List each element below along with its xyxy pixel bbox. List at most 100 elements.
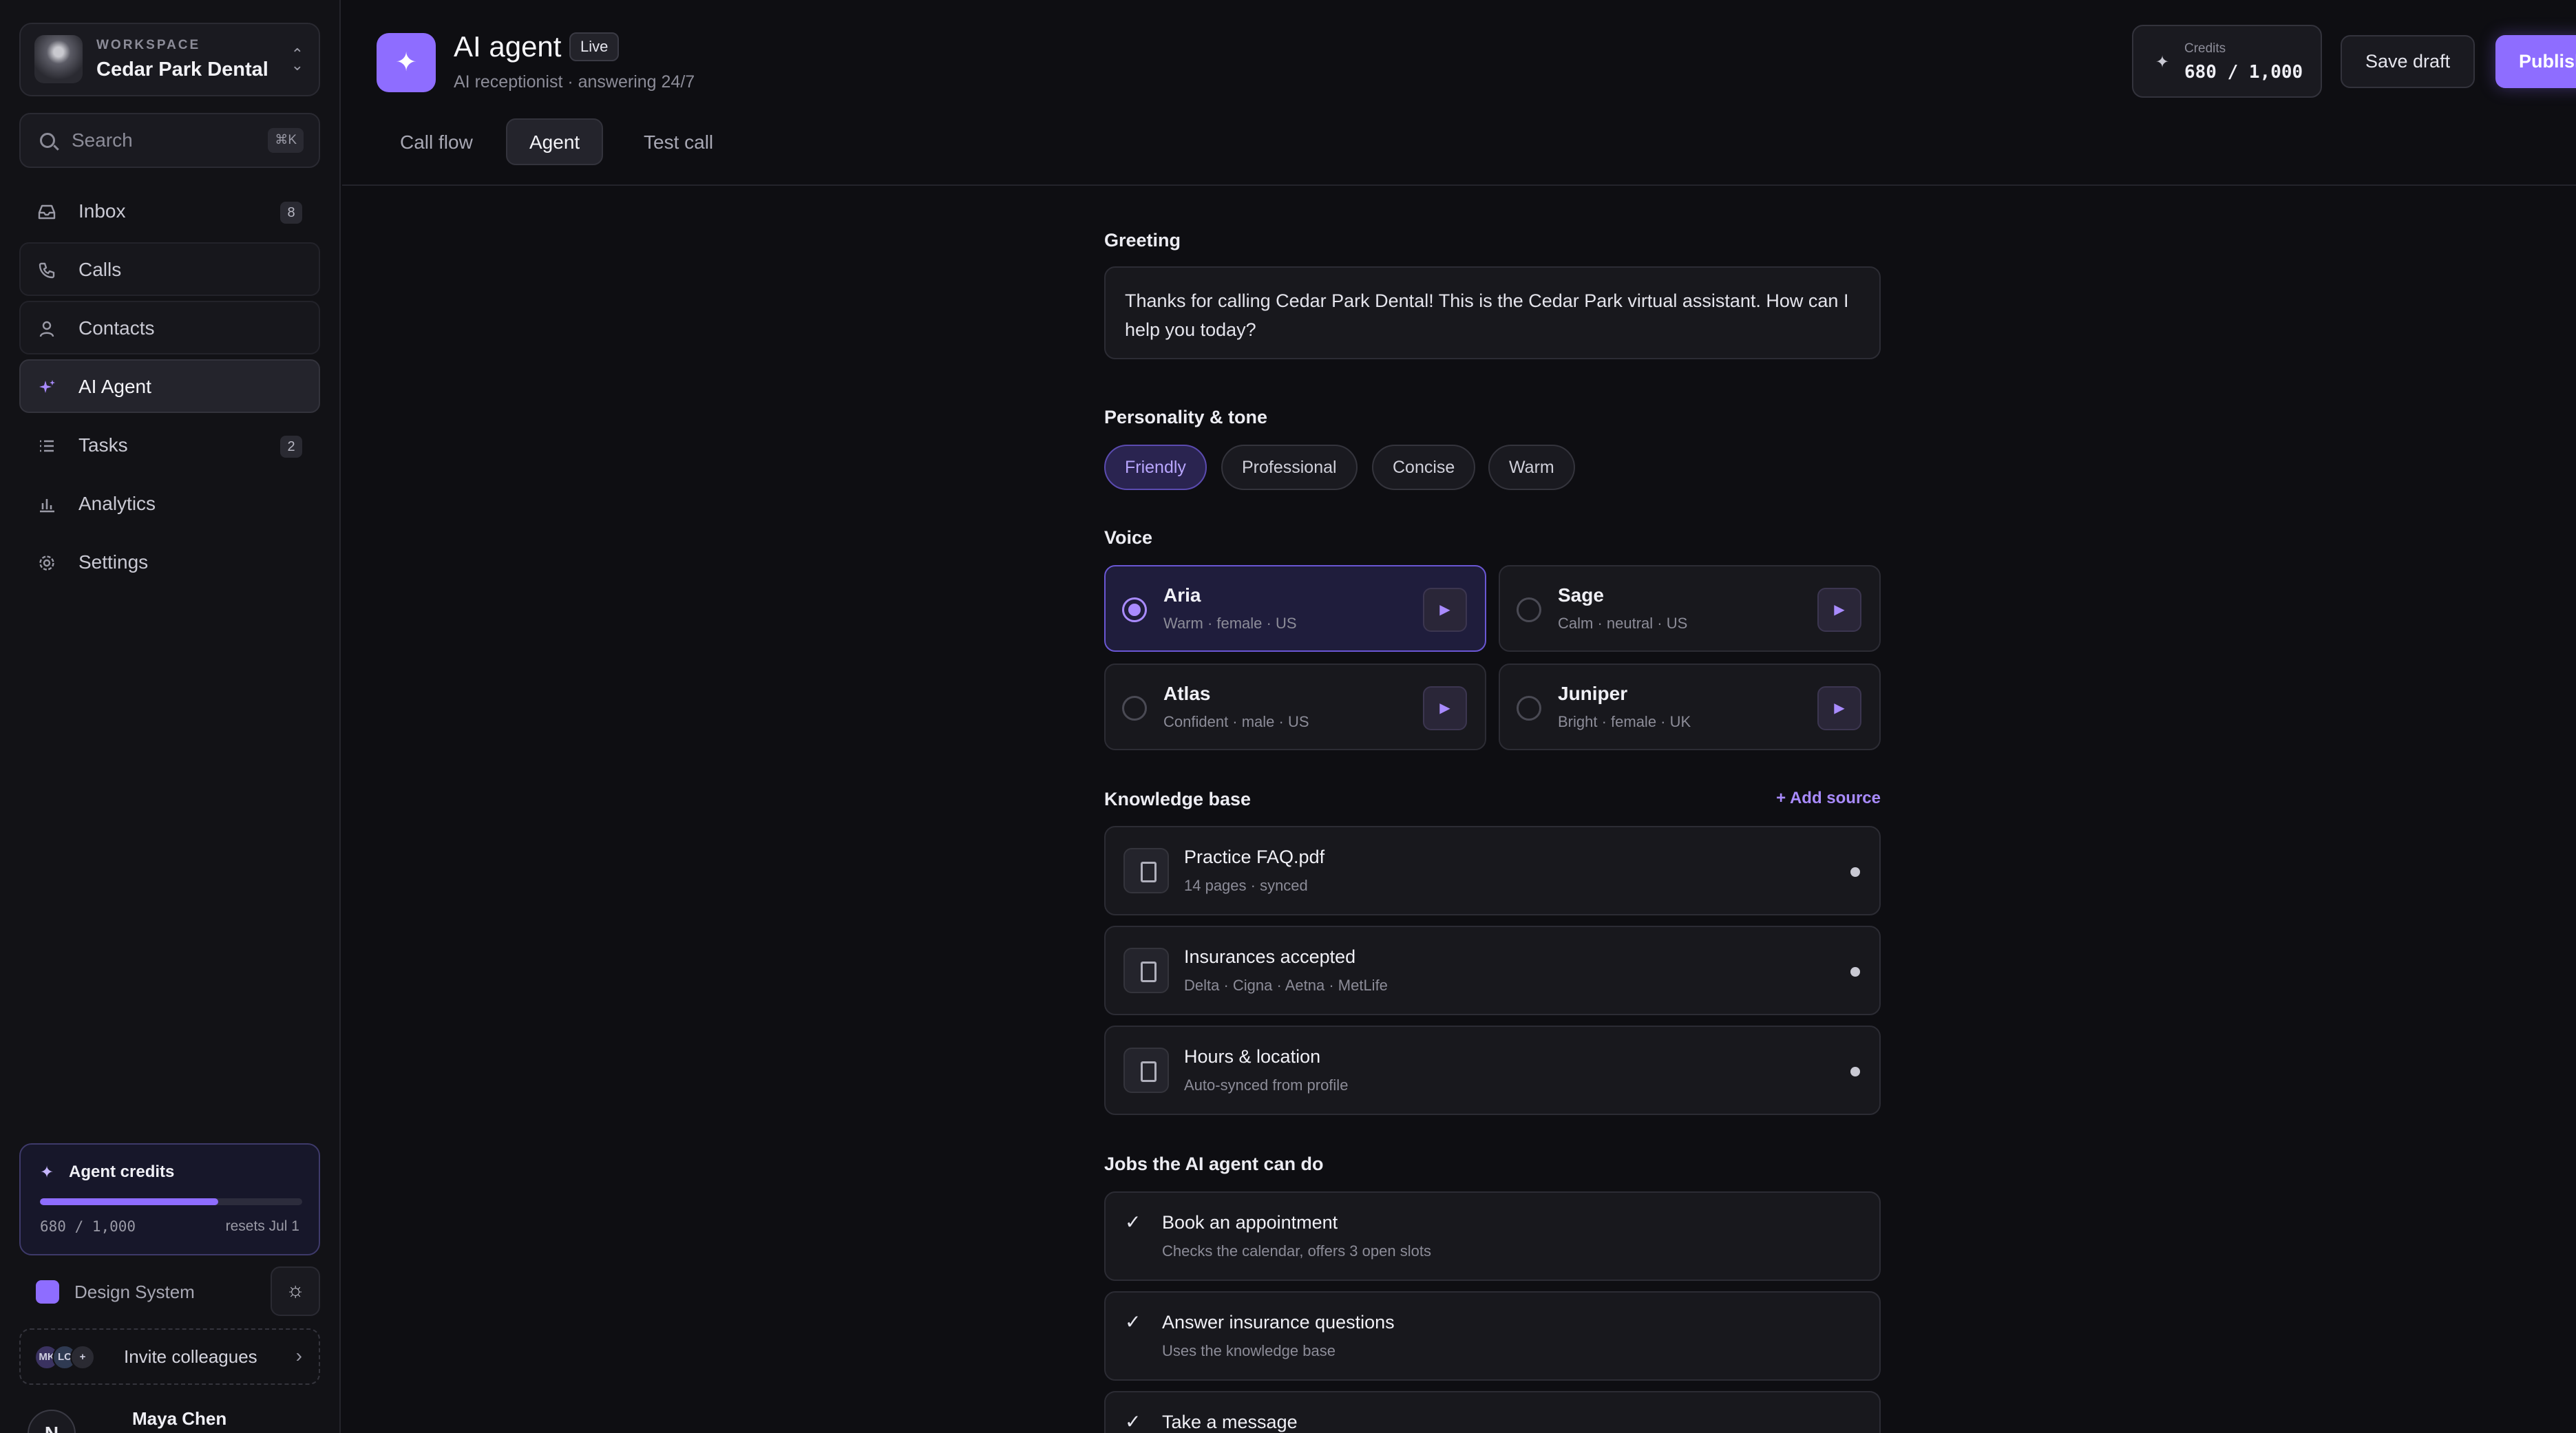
invite-avatars: MK LC +	[34, 1345, 117, 1370]
voice-name: Sage	[1558, 584, 1604, 606]
inbox-count-badge: 8	[280, 202, 302, 224]
agent-credits-card: ✦ Agent credits 680 / 1,000 resets Jul 1	[19, 1143, 320, 1255]
bar-chart-icon	[37, 495, 56, 514]
play-icon[interactable]: ▶	[1817, 686, 1861, 730]
agent-credits-title: Agent credits	[69, 1163, 175, 1181]
list-icon	[37, 436, 56, 456]
workspace-switcher[interactable]: WORKSPACE Cedar Park Dental ⌃ ⌄	[19, 23, 320, 96]
search-shortcut: ⌘K	[268, 128, 304, 153]
document-icon	[1123, 948, 1169, 993]
search-placeholder: Search	[72, 129, 133, 151]
sidebar-item-label: Contacts	[78, 317, 155, 339]
publish-button[interactable]: Publish	[2495, 35, 2576, 88]
knowledge-item-meta: Auto-synced from profile	[1184, 1076, 1349, 1094]
greeting-textarea[interactable]: Thanks for calling Cedar Park Dental! Th…	[1104, 266, 1881, 359]
check-icon: ✓	[1125, 1311, 1141, 1333]
job-item[interactable]: ✓ Take a message	[1104, 1391, 1881, 1433]
search-input[interactable]: Search ⌘K	[19, 113, 320, 168]
tone-label: Personality & tone	[1104, 407, 1268, 427]
play-icon[interactable]: ▶	[1817, 588, 1861, 632]
chevron-right-icon: ›	[295, 1345, 302, 1366]
greeting-label: Greeting	[1104, 230, 1181, 251]
jobs-label: Jobs the AI agent can do	[1104, 1154, 1324, 1174]
voice-option-aria[interactable]: Aria Warm · female · US ▶	[1104, 565, 1486, 652]
sidebar-item-contacts[interactable]: Contacts	[19, 301, 320, 354]
job-meta: Uses the knowledge base	[1162, 1342, 1335, 1359]
voice-option-atlas[interactable]: Atlas Confident · male · US ▶	[1104, 664, 1486, 750]
credits-value: 680 / 1,000	[2184, 62, 2303, 83]
knowledge-item[interactable]: Hours & location Auto-synced from profil…	[1104, 1026, 1881, 1115]
voice-option-sage[interactable]: Sage Calm · neutral · US ▶	[1499, 565, 1881, 652]
voice-name: Aria	[1163, 584, 1201, 606]
page-header: ✦ AI agent Live AI receptionist · answer…	[342, 0, 2576, 186]
knowledge-item-title: Practice FAQ.pdf	[1184, 847, 1325, 867]
sparkle-icon: ✦	[2155, 53, 2170, 72]
search-icon	[40, 133, 55, 148]
play-icon[interactable]: ▶	[1423, 588, 1467, 632]
sparkle-icon: ✦	[377, 33, 436, 92]
credits-label: Credits	[2184, 41, 2226, 56]
chevron-up-down-icon: ⌃ ⌄	[291, 45, 304, 74]
knowledge-base-label: Knowledge base	[1104, 789, 1252, 809]
design-system-swatch	[36, 1280, 59, 1304]
tab-call-flow[interactable]: Call flow	[377, 118, 496, 165]
tone-chip-professional[interactable]: Professional	[1221, 445, 1358, 490]
invite-colleagues-button[interactable]: MK LC + Invite colleagues ›	[19, 1328, 320, 1385]
document-icon	[1123, 848, 1169, 893]
job-item[interactable]: ✓ Answer insurance questions Uses the kn…	[1104, 1291, 1881, 1381]
tone-chip-concise[interactable]: Concise	[1372, 445, 1476, 490]
check-icon: ✓	[1125, 1411, 1141, 1432]
credits-pill[interactable]: ✦ Credits 680 / 1,000	[2132, 25, 2322, 98]
job-title: Take a message	[1162, 1412, 1298, 1432]
sidebar-item-analytics[interactable]: Analytics	[19, 476, 320, 530]
radio-button[interactable]	[1517, 597, 1541, 622]
sparkle-icon	[37, 378, 56, 397]
knowledge-item[interactable]: Practice FAQ.pdf 14 pages · synced	[1104, 826, 1881, 915]
voice-name: Juniper	[1558, 683, 1628, 704]
page-subtitle: AI receptionist · answering 24/7	[454, 72, 695, 92]
play-icon[interactable]: ▶	[1423, 686, 1467, 730]
status-dot	[1850, 967, 1860, 977]
document-icon	[1123, 1048, 1169, 1093]
sidebar-item-tasks[interactable]: Tasks 2	[19, 418, 320, 471]
user-name: Maya Chen	[132, 1408, 227, 1429]
user-menu[interactable]: N Maya Chen ⌄	[19, 1404, 320, 1433]
voice-meta: Confident · male · US	[1163, 713, 1309, 730]
tab-agent[interactable]: Agent	[506, 118, 604, 165]
check-icon: ✓	[1125, 1211, 1141, 1233]
sidebar-nav: Inbox 8 Calls Contacts AI Agent Tasks 2 …	[19, 184, 320, 593]
credits-count: 680 / 1,000	[40, 1218, 136, 1235]
knowledge-item[interactable]: Insurances accepted Delta · Cigna · Aetn…	[1104, 926, 1881, 1015]
gear-icon	[37, 553, 56, 573]
status-badge: Live	[569, 32, 620, 61]
voice-meta: Calm · neutral · US	[1558, 615, 1688, 632]
sidebar-item-settings[interactable]: Settings	[19, 535, 320, 588]
tone-chip-warm[interactable]: Warm	[1488, 445, 1575, 490]
radio-button[interactable]	[1122, 696, 1147, 721]
sparkle-icon: ✦	[40, 1163, 54, 1182]
invite-label: Invite colleagues	[124, 1346, 257, 1367]
sidebar: WORKSPACE Cedar Park Dental ⌃ ⌄ Search ⌘K…	[0, 0, 341, 1433]
credits-progress-bar	[40, 1198, 302, 1205]
tab-test-call[interactable]: Test call	[620, 118, 737, 165]
voice-option-juniper[interactable]: Juniper Bright · female · UK ▶	[1499, 664, 1881, 750]
sidebar-item-ai-agent[interactable]: AI Agent	[19, 359, 320, 413]
design-system-row[interactable]: Design System ☼	[19, 1266, 320, 1316]
sidebar-item-label: Calls	[78, 259, 122, 280]
tone-chip-friendly[interactable]: Friendly	[1104, 445, 1207, 490]
sidebar-item-inbox[interactable]: Inbox 8	[19, 184, 320, 237]
sidebar-item-calls[interactable]: Calls	[19, 242, 320, 296]
user-icon	[37, 319, 56, 339]
voice-name: Atlas	[1163, 683, 1211, 704]
sidebar-item-label: Analytics	[78, 493, 156, 514]
design-system-label: Design System	[74, 1282, 195, 1302]
add-source-link[interactable]: + Add source	[1776, 789, 1881, 808]
save-draft-button[interactable]: Save draft	[2341, 35, 2475, 88]
phone-icon	[37, 261, 56, 280]
radio-button[interactable]	[1122, 597, 1147, 622]
radio-button[interactable]	[1517, 696, 1541, 721]
job-item[interactable]: ✓ Book an appointment Checks the calenda…	[1104, 1191, 1881, 1281]
workspace-eyebrow: WORKSPACE	[96, 38, 201, 52]
job-meta: Checks the calendar, offers 3 open slots	[1162, 1242, 1431, 1260]
theme-toggle-button[interactable]: ☼	[271, 1266, 320, 1316]
